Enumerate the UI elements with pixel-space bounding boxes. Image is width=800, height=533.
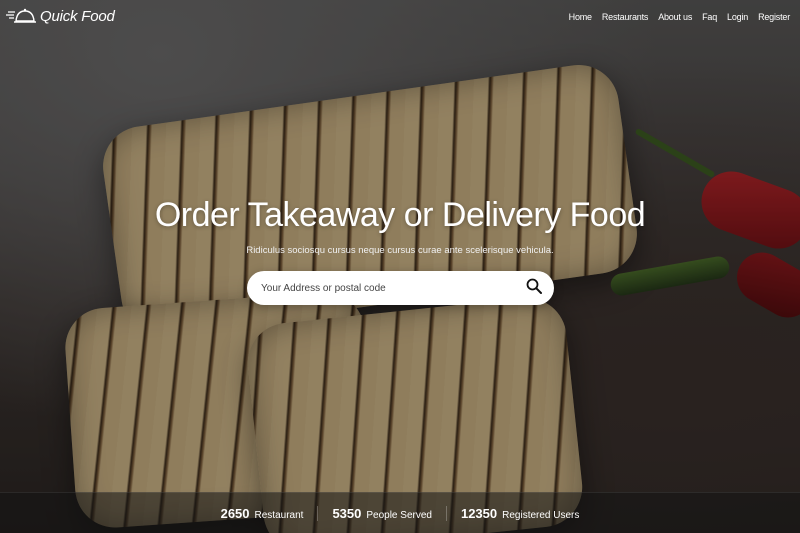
- stat-label: Registered Users: [502, 509, 580, 521]
- search-icon: [526, 278, 542, 299]
- stats-bar: 2650 Restaurant 5350 People Served 12350…: [0, 492, 800, 533]
- hero-subtitle: Ridiculus sociosqu cursus neque cursus c…: [246, 245, 554, 256]
- nav-about-us[interactable]: About us: [658, 12, 692, 22]
- nav-restaurants[interactable]: Restaurants: [602, 12, 649, 22]
- nav-register[interactable]: Register: [758, 12, 790, 22]
- address-search-box: [247, 271, 554, 305]
- nav-home[interactable]: Home: [569, 12, 592, 22]
- hero-title: Order Takeaway or Delivery Food: [154, 196, 646, 234]
- brand-logo[interactable]: Quick Food: [6, 7, 115, 25]
- stat-restaurants: 2650 Restaurant: [207, 506, 318, 521]
- nav-faq[interactable]: Faq: [702, 12, 717, 22]
- search-button[interactable]: [520, 274, 548, 302]
- cloche-icon: [6, 7, 36, 25]
- stat-people-served: 5350 People Served: [317, 505, 446, 521]
- address-search-input[interactable]: [261, 271, 511, 305]
- stat-number: 2650: [220, 505, 250, 521]
- main-nav: Home Restaurants About us Faq Login Regi…: [569, 12, 791, 22]
- hero-overlay: [0, 0, 800, 533]
- stat-number: 5350: [332, 505, 362, 521]
- stat-label: Restaurant: [254, 509, 304, 521]
- stat-number: 12350: [460, 505, 498, 521]
- nav-login[interactable]: Login: [727, 12, 748, 22]
- stat-registered-users: 12350 Registered Users: [445, 505, 593, 521]
- site-header: Quick Food Home Restaurants About us Faq…: [0, 0, 800, 34]
- brand-name: Quick Food: [40, 7, 115, 25]
- stat-label: People Served: [366, 509, 432, 521]
